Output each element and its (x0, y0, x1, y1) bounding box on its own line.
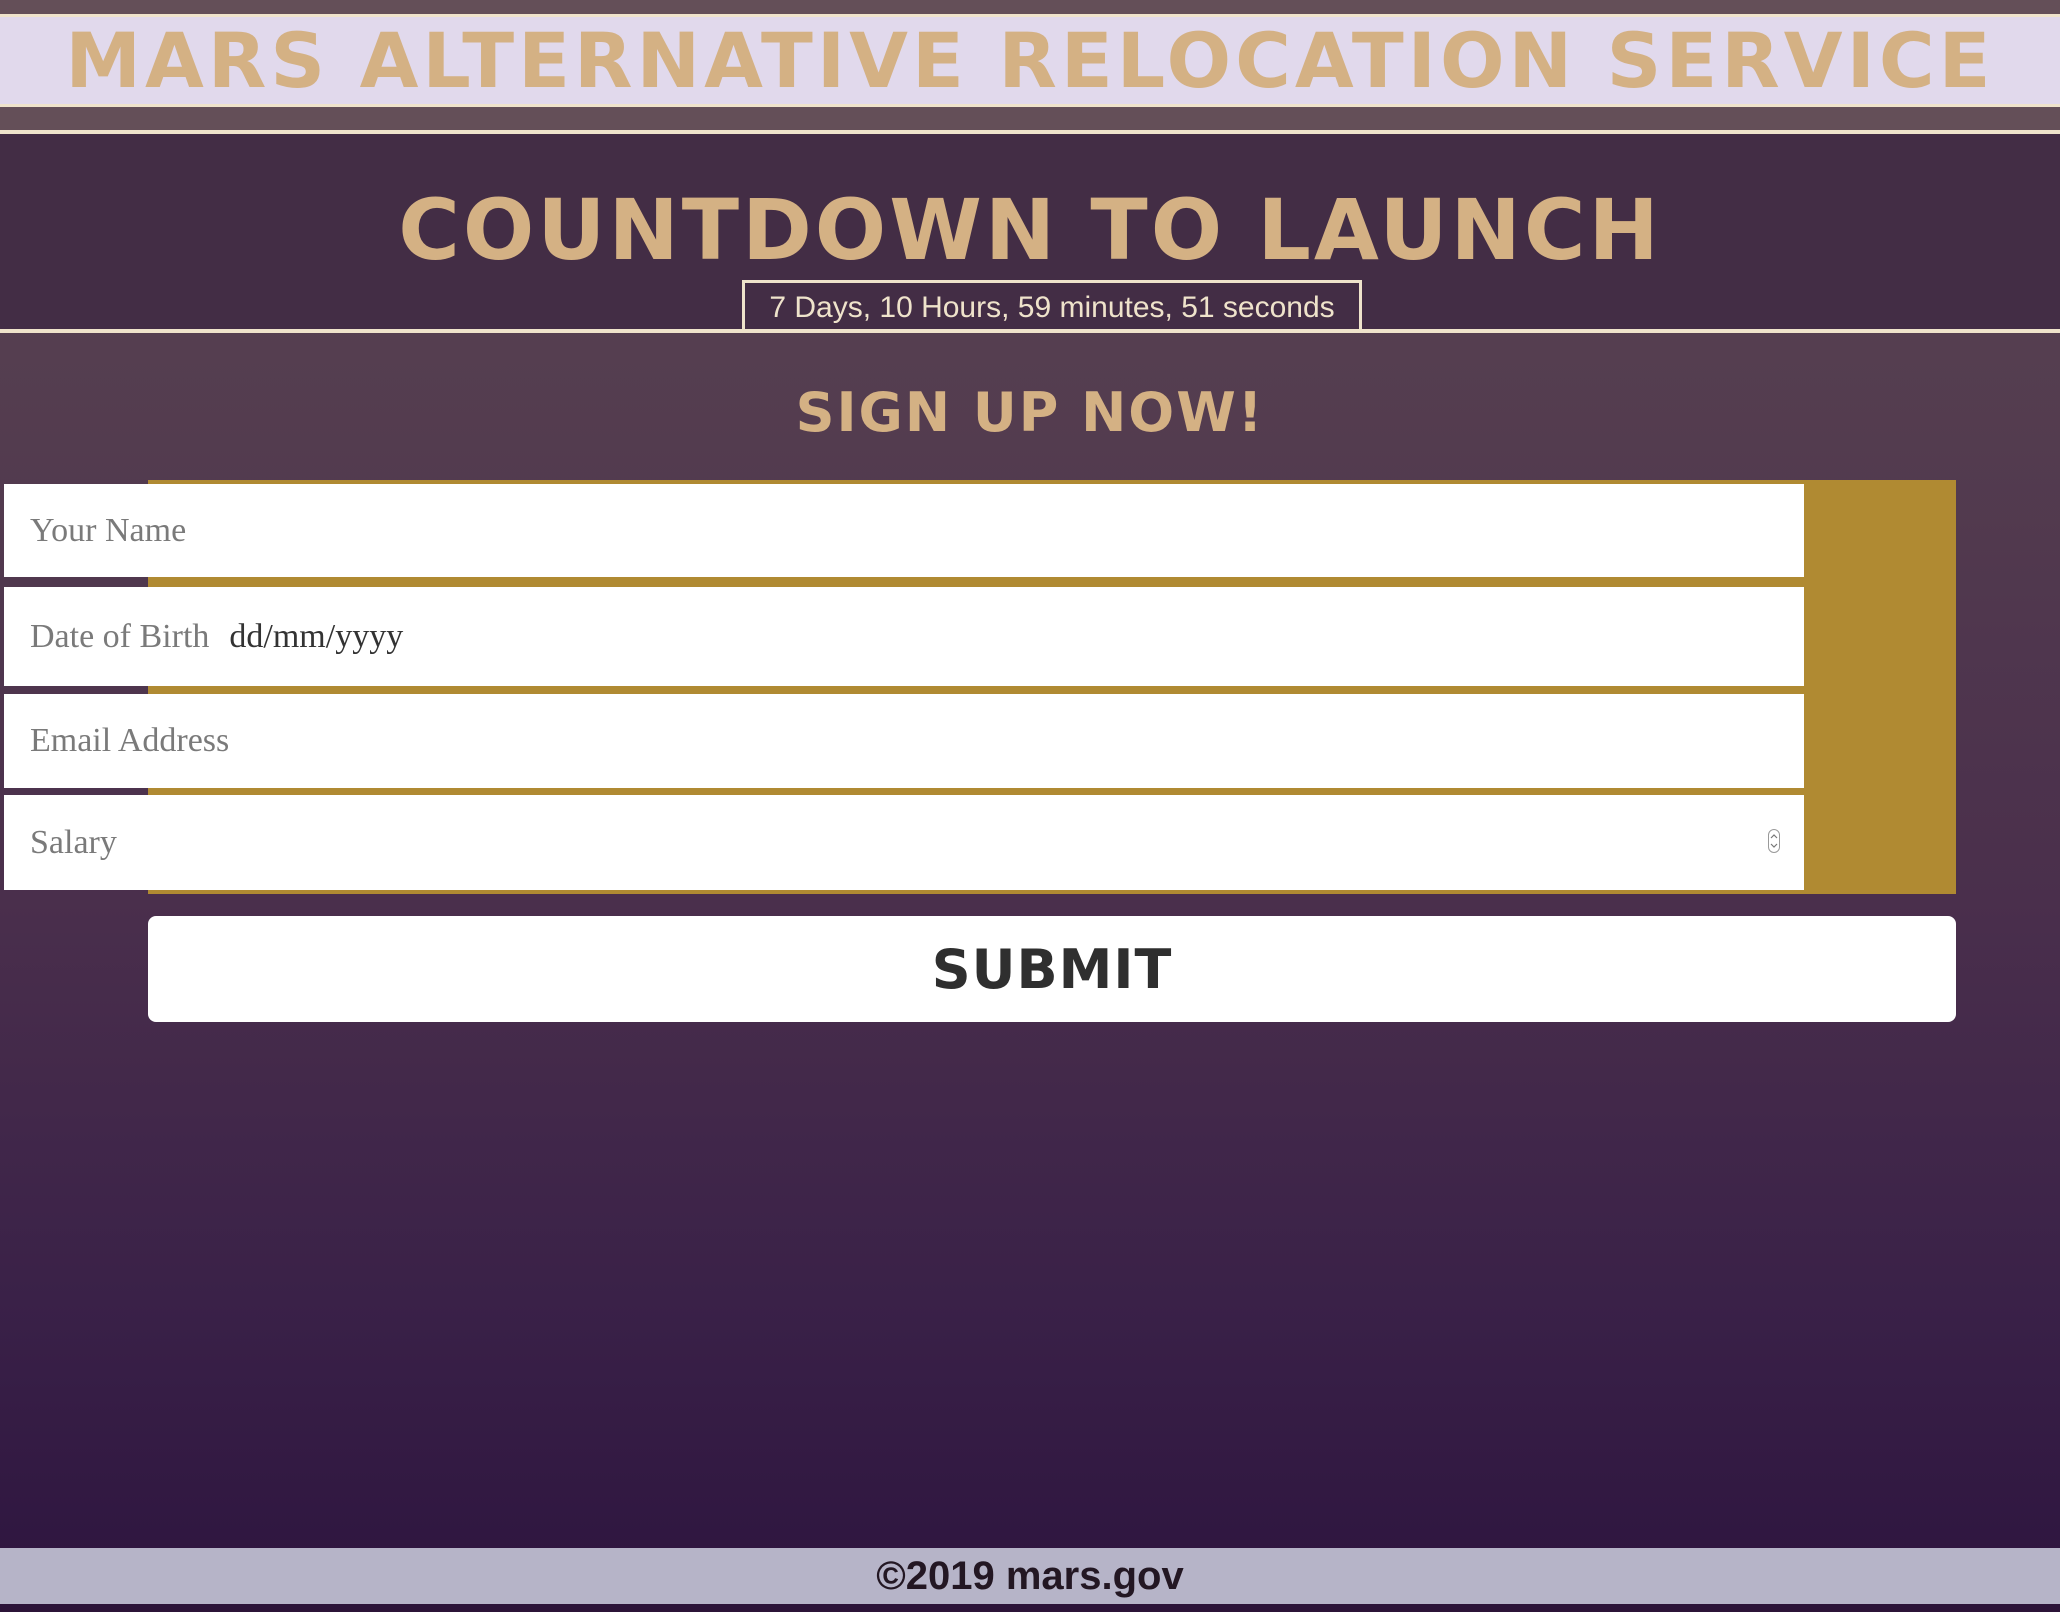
date-of-birth-input[interactable]: Date of Birth dd/mm/yyyy (4, 587, 1804, 686)
number-stepper-icon[interactable] (1768, 829, 1780, 853)
footer-copyright: ©2019 mars.gov (0, 1548, 2060, 1604)
countdown-timer: 7 Days, 10 Hours, 59 minutes, 51 seconds (742, 280, 1362, 330)
countdown-divider (0, 329, 2060, 333)
name-placeholder: Your Name (30, 511, 187, 549)
signup-title: SIGN UP NOW! (795, 381, 1265, 444)
email-placeholder: Email Address (30, 722, 230, 759)
salary-input[interactable]: Salary (4, 795, 1804, 890)
email-input[interactable]: Email Address (4, 694, 1804, 788)
date-of-birth-label: Date of Birth (30, 617, 210, 655)
name-input[interactable]: Your Name (4, 484, 1804, 577)
salary-placeholder: Salary (30, 823, 117, 861)
date-format-placeholder: dd/mm/yyyy (229, 617, 404, 655)
submit-button[interactable]: SUBMIT (148, 916, 1956, 1022)
countdown-title: COUNTDOWN TO LAUNCH (398, 181, 1662, 279)
site-title: MARS ALTERNATIVE RELOCATION SERVICE (65, 16, 1995, 105)
